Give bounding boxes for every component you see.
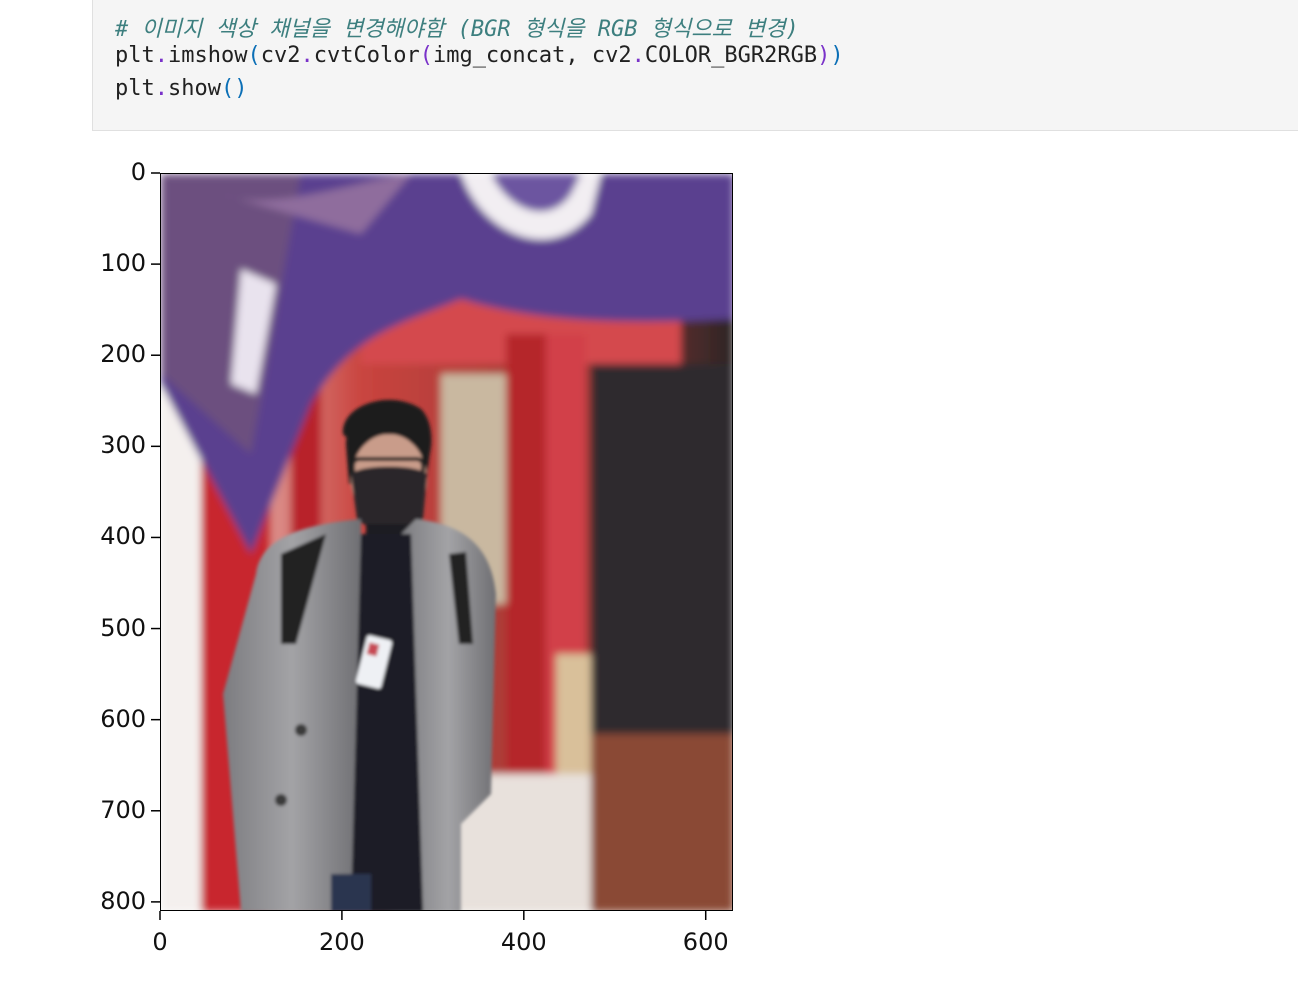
- code-token: ): [817, 43, 831, 68]
- code-token: .: [631, 43, 645, 68]
- code-token: .: [154, 76, 168, 101]
- code-token: plt: [115, 76, 155, 101]
- code-token: img_concat, cv2: [432, 43, 632, 68]
- y-tick-label: 400: [100, 522, 146, 551]
- code-token: cvtColor: [313, 43, 420, 68]
- x-tick-label: 600: [682, 928, 729, 956]
- y-tick-label: 800: [100, 886, 146, 915]
- code-token: show: [168, 76, 221, 101]
- code-token: imshow: [168, 43, 248, 68]
- x-tick-label: 400: [500, 928, 547, 956]
- y-tick-label: 100: [100, 249, 146, 278]
- y-tick-label: 700: [100, 795, 146, 824]
- code-token: (: [419, 43, 433, 68]
- code-token: ): [830, 43, 844, 68]
- code-line-imshow: plt.imshow(cv2.cvtColor(img_concat, cv2.…: [115, 43, 844, 68]
- code-line-show: plt.show(): [115, 76, 247, 101]
- plot-output: 0 100 200 300 400 500 600 700 800 0 200 400 600: [0, 140, 760, 980]
- code-token: .: [300, 43, 314, 68]
- x-tick-label: 200: [318, 928, 365, 956]
- code-token: cv2: [260, 43, 301, 68]
- code-cell[interactable]: # 이미지 색상 채널을 변경해야함 (BGR 형식을 RGB 형식으로 변경)…: [92, 0, 1298, 131]
- code-token: (: [247, 43, 261, 68]
- y-tick-label: 500: [100, 613, 146, 642]
- code-token: (): [220, 76, 248, 101]
- x-tick-label: 0: [152, 928, 168, 956]
- code-token: .: [154, 43, 168, 68]
- code-comment: # 이미지 색상 채널을 변경해야함 (BGR 형식을 RGB 형식으로 변경): [115, 17, 799, 42]
- code-token: COLOR_BGR2RGB: [644, 43, 818, 68]
- y-tick-label: 300: [100, 431, 146, 460]
- y-tick-label: 0: [130, 158, 146, 186]
- y-tick-label: 200: [100, 340, 146, 369]
- y-tick-label: 600: [100, 704, 146, 733]
- code-token: plt: [115, 43, 155, 68]
